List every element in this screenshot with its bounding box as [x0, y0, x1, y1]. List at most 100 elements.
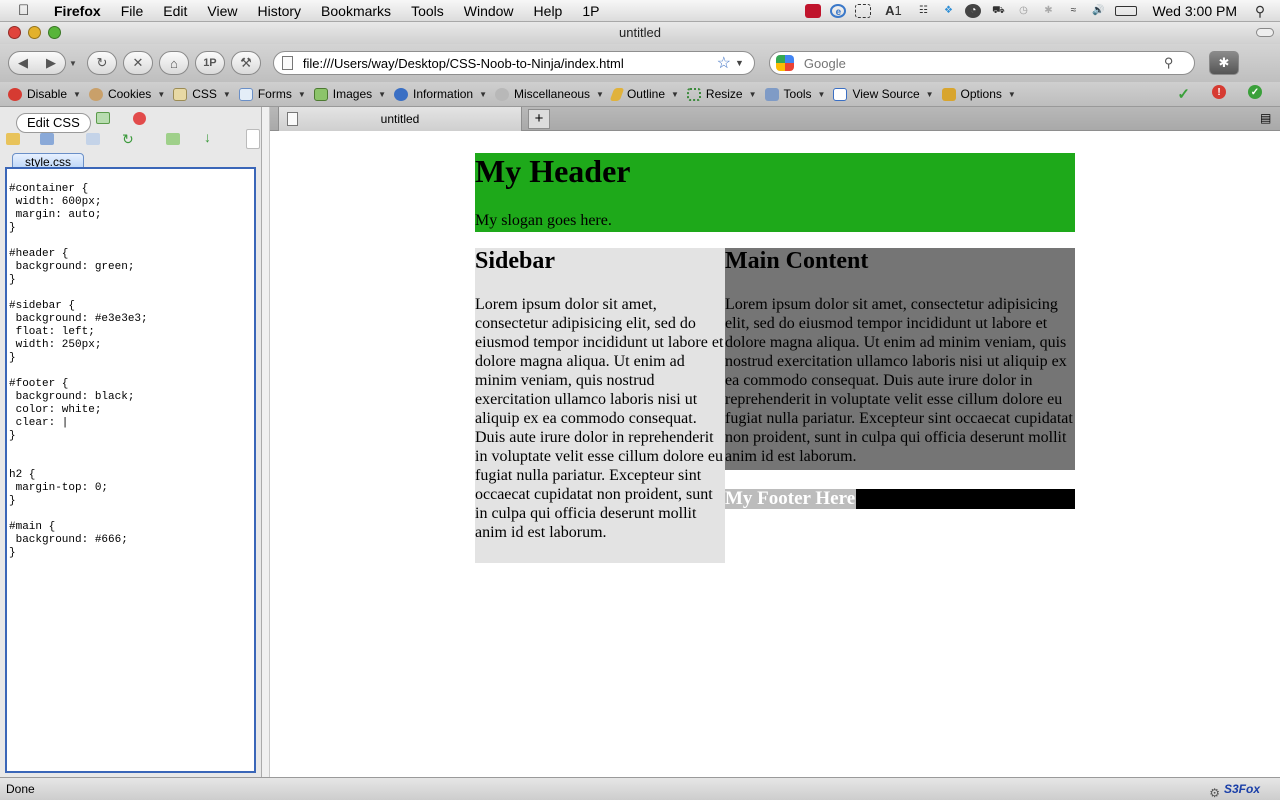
export-icon[interactable]	[166, 133, 180, 145]
tab-list-icon[interactable]: ▤	[1260, 111, 1274, 125]
gauge-icon[interactable]: ◔	[965, 3, 982, 18]
view-source-icon	[833, 87, 848, 101]
menu-file[interactable]: File	[111, 3, 154, 19]
spotlight-search-icon[interactable]: ⚲	[1252, 4, 1268, 18]
google-engine-icon[interactable]	[775, 55, 794, 71]
validation-status: ✓ ! ✓	[1177, 85, 1280, 103]
menu-edit[interactable]: Edit	[153, 3, 197, 19]
menu-tools[interactable]: Tools	[401, 3, 454, 19]
web-developer-button[interactable]: ⚒	[230, 51, 261, 75]
home-icon: ⌂	[169, 55, 178, 71]
page-viewport: My Header My slogan goes here. Sidebar L…	[270, 132, 1280, 777]
forward-icon[interactable]: ▶	[46, 55, 56, 71]
resize-icon	[686, 87, 701, 101]
dev-view-source[interactable]: View Source ▼	[833, 87, 934, 101]
dev-disable[interactable]: Disable ▼	[8, 87, 81, 101]
battery-icon[interactable]	[1115, 5, 1138, 16]
new-tab-button[interactable]: +	[528, 109, 550, 129]
panel-scroll-toggle[interactable]	[246, 129, 260, 149]
red-book-icon[interactable]	[805, 3, 822, 18]
tab-bar: untitled + ▤	[270, 107, 1280, 131]
dev-options[interactable]: Options ▼	[941, 87, 1016, 101]
search-bar[interactable]: ⚲	[768, 51, 1195, 75]
menu-1p[interactable]: 1P	[572, 3, 609, 19]
url-bar[interactable]: file:///Users/way/Desktop/CSS-Noob-to-Ni…	[272, 51, 755, 75]
reload-css-icon[interactable]: ↻	[122, 131, 136, 147]
reload-button[interactable]: ↻	[86, 51, 117, 75]
history-dropdown-icon[interactable]: ▼	[69, 59, 77, 68]
dev-resize[interactable]: Resize ▼	[686, 87, 757, 101]
dev-miscellaneous[interactable]: Miscellaneous ▼	[495, 87, 604, 101]
dev-css[interactable]: CSS ▼	[173, 87, 231, 101]
addon-puzzle-button[interactable]: ✱	[1208, 51, 1239, 75]
wifi-icon[interactable]: ≈	[1065, 4, 1081, 18]
screenshot-icon[interactable]	[855, 3, 872, 18]
typeface-icon[interactable]: A1	[880, 3, 906, 18]
fax-icon[interactable]: ☷	[915, 4, 931, 18]
bluetooth-icon[interactable]: ✱	[1040, 4, 1056, 18]
dev-cookies[interactable]: Cookies ▼	[88, 87, 165, 101]
disable-icon	[8, 87, 22, 101]
time-machine-icon[interactable]: ◷	[1015, 4, 1031, 18]
tab-untitled[interactable]: untitled	[278, 107, 522, 131]
dev-information[interactable]: Information ▼	[394, 87, 487, 101]
chevron-down-icon: ▼	[1007, 89, 1016, 99]
stop-button[interactable]: ✕	[122, 51, 153, 75]
addon-gear-icon[interactable]: ⚙	[1209, 782, 1220, 800]
menu-help[interactable]: Help	[524, 3, 573, 19]
download-arrow-icon[interactable]: ↓	[204, 129, 218, 145]
menubar-clock[interactable]: Wed 3:00 PM	[1152, 3, 1237, 19]
zoom-window-button[interactable]	[48, 26, 61, 39]
tab-label: untitled	[380, 112, 420, 126]
reload-icon: ↻	[96, 55, 108, 70]
close-window-button[interactable]	[8, 26, 21, 39]
dev-outline[interactable]: Outline ▼	[609, 87, 679, 101]
error-icon[interactable]: !	[1212, 85, 1226, 99]
sync-icon[interactable]: ⛟	[990, 4, 1006, 18]
back-icon[interactable]: ◀	[18, 55, 28, 71]
minimize-window-button[interactable]	[28, 26, 41, 39]
page-icon	[281, 56, 293, 70]
window-titlebar: untitled	[0, 22, 1280, 44]
menu-bookmarks[interactable]: Bookmarks	[311, 3, 401, 19]
menubar-tray: e A1 ☷ ❖ ◔ ⛟ ◷ ✱ ≈ 🔊 Wed 3:00 PM ⚲	[805, 3, 1280, 19]
bookmark-star-icon[interactable]: ☆	[717, 53, 731, 73]
sidebar-text: Lorem ipsum dolor sit amet, consectetur …	[475, 296, 724, 541]
menu-window[interactable]: Window	[454, 3, 524, 19]
chevron-down-icon: ▼	[925, 89, 934, 99]
s3fox-badge[interactable]: S3Fox	[1224, 778, 1260, 800]
chat-icon[interactable]: e	[830, 3, 847, 18]
onepassword-button[interactable]: 1P	[194, 51, 225, 75]
apple-menu-icon[interactable]: 	[18, 2, 40, 19]
dev-forms[interactable]: Forms ▼	[238, 87, 306, 101]
cookies-icon	[88, 87, 103, 101]
menu-view[interactable]: View	[197, 3, 247, 19]
chevron-down-icon: ▼	[671, 89, 679, 99]
search-icon[interactable]: ⚲	[1164, 55, 1174, 71]
panel-splitter[interactable]	[262, 107, 270, 777]
sidebar-title: Sidebar	[475, 248, 556, 274]
home-button[interactable]: ⌂	[158, 51, 189, 75]
css-valid-check-icon[interactable]: ✓	[1177, 85, 1190, 103]
back-forward-group: ◀ ▶	[8, 51, 66, 75]
menu-app-firefox[interactable]: Firefox	[54, 3, 111, 19]
toolbar-toggle-button[interactable]	[1256, 28, 1274, 37]
close-panel-icon[interactable]	[133, 112, 146, 125]
search-input[interactable]	[803, 55, 1164, 71]
edit-css-panel: Edit CSS ↻ ↓ style.css #container { widt…	[0, 107, 262, 777]
css-editor-textarea[interactable]: #container { width: 600px; margin: auto;…	[5, 167, 256, 773]
dropbox-icon[interactable]: ❖	[940, 4, 956, 18]
preview-icon[interactable]	[96, 112, 110, 124]
url-dropdown-icon[interactable]: ▼	[735, 58, 744, 68]
volume-icon[interactable]: 🔊	[1090, 4, 1106, 18]
save-icon[interactable]	[40, 133, 54, 145]
save-as-icon[interactable]	[86, 133, 100, 145]
main-text: Lorem ipsum dolor sit amet, consectetur …	[725, 296, 1073, 465]
menu-history[interactable]: History	[247, 3, 311, 19]
url-text[interactable]: file:///Users/way/Desktop/CSS-Noob-to-Ni…	[303, 56, 717, 71]
html-valid-check-icon[interactable]: ✓	[1248, 85, 1262, 99]
page-sidebar: Sidebar Lorem ipsum dolor sit amet, cons…	[475, 248, 725, 563]
dev-images[interactable]: Images ▼	[313, 87, 386, 101]
dev-tools[interactable]: Tools ▼	[764, 87, 825, 101]
open-folder-icon[interactable]	[6, 133, 20, 145]
